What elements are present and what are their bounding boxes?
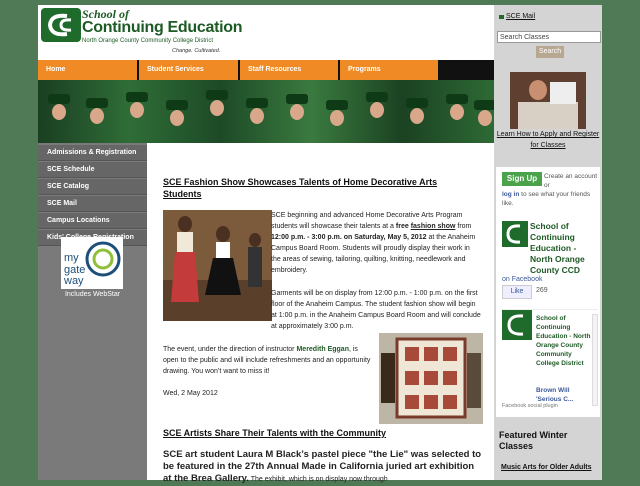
sidebar-nav: Admissions & Registration SCE Schedule S… (38, 143, 147, 480)
sidebar-item-catalog[interactable]: SCE Catalog (38, 179, 147, 195)
mygateway-caption: Includes WebStar (64, 291, 121, 298)
fashion-show-link[interactable]: fashion show (411, 223, 456, 230)
brand-line-2: Continuing Education (82, 19, 243, 36)
article-1-paragraph-1: SCE beginning and advanced Home Decorati… (271, 210, 481, 276)
main-content: SCE Fashion Show Showcases Talents of Ho… (147, 143, 494, 484)
main-nav: Home Student Services Staff Resources Pr… (38, 60, 494, 80)
sidebar-item-mail[interactable]: SCE Mail (38, 196, 147, 212)
sce-mail-link[interactable]: SCE Mail (506, 13, 535, 20)
featured-class-link[interactable]: Music Arts for Older Adults (501, 462, 596, 473)
p1-free: free (395, 223, 409, 230)
apply-register-link[interactable]: Learn How to Apply and Register for Clas… (496, 129, 600, 151)
site-header: School of Continuing Education North Ora… (38, 5, 494, 59)
article-1-paragraph-3: The event, under the direction of instru… (163, 344, 373, 377)
featured-classes-heading: Featured Winter Classes (499, 430, 568, 451)
brand-line-3: North Orange County Community College Di… (82, 38, 214, 44)
quilt-photo (379, 333, 483, 424)
nav-tab-staff-resources[interactable]: Staff Resources (240, 60, 339, 80)
p1-text-b: from (455, 223, 472, 230)
facebook-feed-scrollbar[interactable] (592, 314, 598, 406)
mygateway-logo-icon[interactable]: my gate way (61, 237, 123, 289)
article-1-date: Wed, 2 May 2012 (163, 390, 218, 397)
nav-tab-home[interactable]: Home (38, 60, 138, 80)
mail-icon (499, 15, 504, 19)
apply-photo[interactable] (510, 72, 586, 129)
facebook-on-label: on Facebook (502, 273, 598, 285)
search-button[interactable]: Search (536, 46, 564, 58)
sidebar-item-schedule[interactable]: SCE Schedule (38, 162, 147, 178)
p1-time: 12:00 p.m. - 3:00 p.m. on Saturday, May … (271, 234, 427, 241)
facebook-like-count: 269 (536, 287, 548, 294)
feed-title[interactable]: School of Continuing Education - North O… (536, 314, 594, 368)
facebook-like-button[interactable]: Like (502, 285, 532, 299)
search-input[interactable]: Search Classes (497, 31, 601, 43)
create-account-text: Create an account or (544, 173, 598, 189)
page: School of Continuing Education North Ora… (38, 5, 602, 484)
instructor-link[interactable]: Meredith Eggan (296, 346, 349, 353)
feed-item[interactable]: Brown Will 'Serious C... (536, 386, 592, 404)
facebook-widget: Sign Up Create an account or log in to s… (496, 167, 600, 417)
facebook-page-name[interactable]: School of Continuing Education - North O… (530, 221, 600, 276)
facebook-signup-button[interactable]: Sign Up (502, 172, 542, 186)
svg-text:my: my (64, 252, 79, 264)
p3-text-a: The event, under the direction of instru… (163, 346, 297, 353)
article-2-paragraph: SCE art student Laura M Black’s pastel p… (163, 449, 485, 486)
article-2-title[interactable]: SCE Artists Share Their Talents with the… (163, 428, 483, 438)
svg-text:way: way (63, 275, 84, 287)
article-1-paragraph-2: Garments will be on display from 12:00 p… (271, 290, 481, 330)
facebook-plugin-label: Facebook social plugin (502, 403, 558, 409)
article-1-title[interactable]: SCE Fashion Show Showcases Talents of Ho… (163, 176, 463, 200)
tagline: Change. Cultivated. (172, 48, 221, 54)
right-sidebar: SCE Mail Search Classes Search Learn How… (494, 5, 602, 480)
facebook-login-link[interactable]: log in (502, 191, 519, 198)
facebook-login-text: log in to see what your friends like. (502, 190, 597, 208)
feed-avatar-icon (502, 310, 532, 340)
facebook-create-text: Create an account or (544, 172, 598, 190)
facebook-feed[interactable]: School of Continuing Education - North O… (502, 309, 598, 410)
sidebar-item-admissions[interactable]: Admissions & Registration (38, 145, 147, 161)
nav-tab-student-services[interactable]: Student Services (139, 60, 239, 80)
sce-logo-icon[interactable] (41, 8, 81, 42)
graduates-banner-image (38, 80, 494, 143)
facebook-page-logo-icon[interactable] (502, 221, 528, 247)
nav-tab-programs[interactable]: Programs (340, 60, 439, 80)
sidebar-item-campus-locations[interactable]: Campus Locations (38, 213, 147, 229)
fashion-show-photo (163, 210, 272, 321)
on-facebook-text: on Facebook (502, 276, 543, 283)
